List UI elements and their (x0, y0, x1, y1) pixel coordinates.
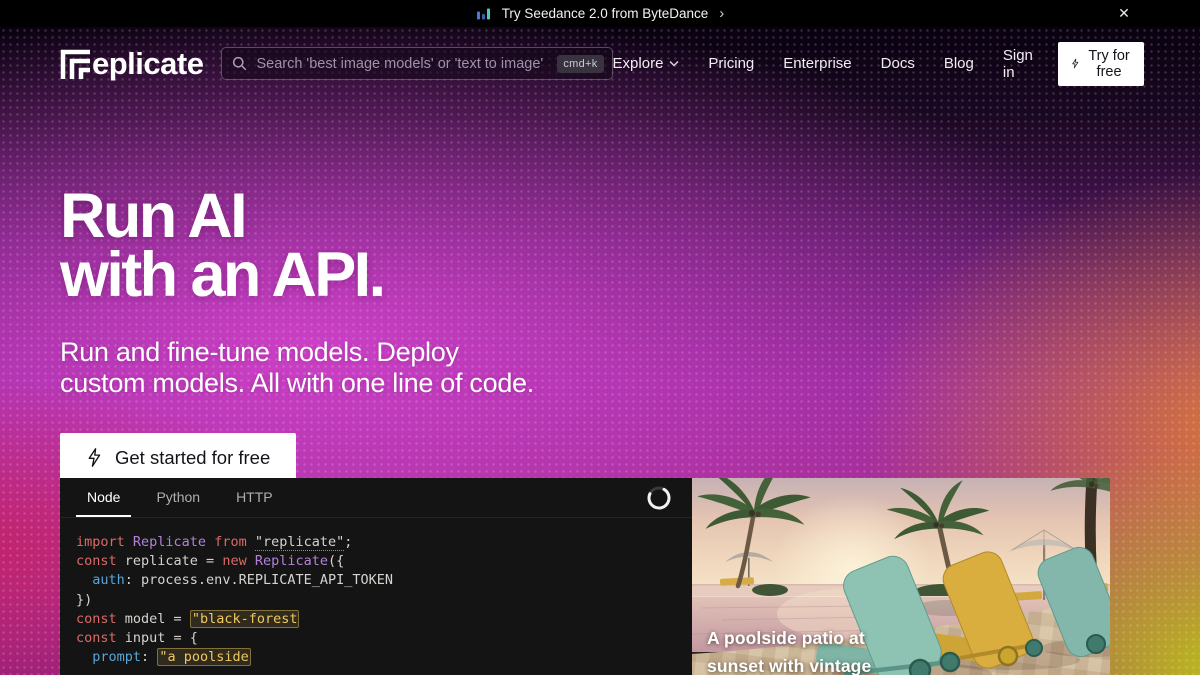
code-language-tabs: Node Python HTTP (60, 478, 692, 518)
hero-section: Run AI with an API. Run and fine-tune mo… (60, 187, 534, 483)
search-icon (232, 56, 247, 71)
nav-item-explore[interactable]: Explore (613, 55, 680, 72)
replicate-homepage: Try Seedance 2.0 from ByteDance › ✕ epli… (0, 0, 1200, 675)
replicate-logo[interactable]: eplicate (60, 49, 203, 79)
sign-in-link[interactable]: Sign in (1003, 47, 1033, 81)
replicate-mark-icon (60, 49, 90, 79)
chevron-right-icon: › (719, 6, 724, 21)
code-column: Node Python HTTP import Replicate from "… (60, 478, 692, 675)
try-for-free-button[interactable]: Try for free (1058, 42, 1144, 86)
chevron-down-icon (669, 60, 679, 67)
close-icon[interactable]: ✕ (1110, 0, 1138, 27)
tab-http[interactable]: HTTP (225, 478, 284, 517)
bar-chart-icon (476, 6, 493, 21)
get-started-button[interactable]: Get started for free (60, 433, 296, 483)
code-demo-panel: Node Python HTTP import Replicate from "… (60, 478, 1110, 675)
nav-item-pricing[interactable]: Pricing (708, 55, 754, 72)
gradient-background: eplicate cmd+k Explore Pricing Ent (0, 27, 1200, 675)
banner-link[interactable]: Try Seedance 2.0 from ByteDance › (476, 6, 725, 21)
image-prompt-caption: A poolside patio at sunset with vintage (707, 624, 871, 675)
nav-links: Explore Pricing Enterprise Docs Blog Sig… (613, 42, 1144, 86)
search-bar[interactable]: cmd+k (221, 47, 612, 80)
nav-item-docs[interactable]: Docs (881, 55, 915, 72)
lightning-icon (1071, 56, 1079, 71)
hero-subtitle: Run and fine-tune models. Deploy custom … (60, 337, 534, 399)
keyboard-shortcut-badge: cmd+k (557, 55, 603, 73)
banner-text: Try Seedance 2.0 from ByteDance (502, 6, 709, 21)
logo-text: eplicate (92, 49, 203, 78)
main-nav: eplicate cmd+k Explore Pricing Ent (0, 27, 1200, 100)
nav-item-blog[interactable]: Blog (944, 55, 974, 72)
code-editor[interactable]: import Replicate from "replicate";const … (60, 518, 692, 667)
hero-title: Run AI with an API. (60, 187, 534, 305)
generated-image-preview: A poolside patio at sunset with vintage (692, 478, 1110, 675)
nav-item-enterprise[interactable]: Enterprise (783, 55, 851, 72)
tab-python[interactable]: Python (145, 478, 211, 517)
announcement-banner: Try Seedance 2.0 from ByteDance › ✕ (0, 0, 1200, 27)
search-input[interactable] (256, 56, 548, 72)
loading-spinner-icon (646, 485, 672, 511)
lightning-icon (86, 448, 102, 467)
tab-node[interactable]: Node (76, 478, 131, 517)
